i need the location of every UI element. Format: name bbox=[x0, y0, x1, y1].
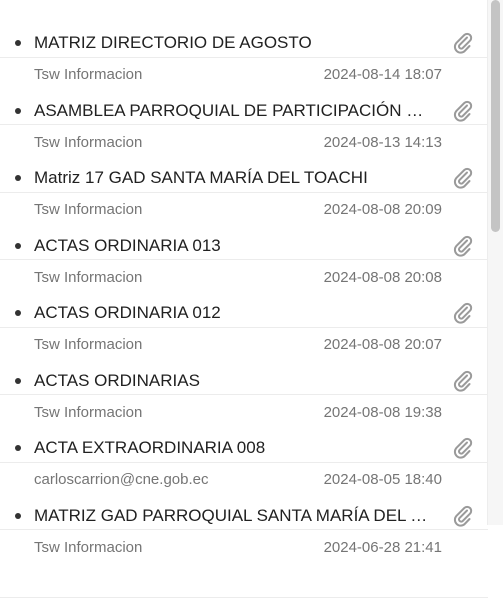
message-list: MATRIZ DIRECTORIO DE AGOSTO Tsw Informac… bbox=[0, 0, 488, 598]
message-date: 2024-08-14 18:07 bbox=[323, 66, 442, 83]
message-subject: ACTAS ORDINARIAS bbox=[34, 370, 200, 390]
bullet-icon bbox=[15, 310, 21, 316]
message-item[interactable]: carloscarrion@cne.gob.ec 2024-08-05 18:4… bbox=[0, 463, 488, 530]
message-subject: Matriz 17 GAD SANTA MARÍA DEL TOACHI bbox=[34, 168, 368, 187]
paperclip-icon[interactable] bbox=[450, 165, 474, 189]
message-item[interactable]: Tsw Informacion 2024-08-08 20:09 ACTAS O… bbox=[0, 193, 488, 260]
message-meta: Tsw Informacion 2024-08-14 18:07 bbox=[34, 64, 442, 86]
bullet-icon bbox=[15, 242, 21, 249]
scrollbar-thumb[interactable] bbox=[491, 0, 500, 232]
message-sender: Tsw Informacion bbox=[34, 133, 143, 151]
message-sender: Tsw Informacion bbox=[34, 403, 143, 421]
message-sender: carloscarrion@cne.gob.ec bbox=[34, 471, 209, 488]
message-date: 2024-06-28 21:41 bbox=[323, 538, 442, 556]
message-meta bbox=[34, 0, 442, 18]
message-meta: Tsw Informacion 2024-08-08 20:09 bbox=[34, 199, 442, 221]
message-date: 2024-08-08 20:08 bbox=[323, 268, 442, 286]
message-item[interactable]: Tsw Informacion 2024-08-08 20:08 ACTAS O… bbox=[0, 260, 488, 328]
paperclip-icon[interactable] bbox=[450, 368, 474, 392]
message-meta: Tsw Informacion 2024-08-08 19:38 bbox=[34, 401, 442, 423]
paperclip-icon[interactable] bbox=[450, 233, 474, 257]
bullet-icon bbox=[15, 445, 21, 451]
message-meta: Tsw Informacion 2024-08-08 20:07 bbox=[34, 334, 442, 356]
message-date: 2024-08-05 18:40 bbox=[323, 471, 442, 488]
message-meta: Tsw Informacion 2024-08-13 14:13 bbox=[34, 131, 442, 153]
bullet-icon bbox=[15, 175, 21, 181]
message-meta: Tsw Informacion 2024-08-08 20:08 bbox=[34, 266, 442, 288]
message-sender: Tsw Informacion bbox=[34, 268, 143, 286]
message-subject: ACTAS ORDINARIA 013 bbox=[34, 235, 221, 255]
message-subject: ASAMBLEA PARROQUIAL DE PARTICIPACIÓN CIU… bbox=[34, 100, 432, 120]
message-date: 2024-08-08 19:38 bbox=[323, 403, 442, 421]
paperclip-icon[interactable] bbox=[450, 435, 474, 459]
message-item[interactable]: Tsw Informacion 2024-06-28 21:41 bbox=[0, 530, 488, 598]
paperclip-icon[interactable] bbox=[450, 300, 474, 324]
bullet-icon bbox=[15, 107, 21, 114]
message-sender: Tsw Informacion bbox=[34, 538, 143, 556]
message-date: 2024-08-08 20:07 bbox=[323, 336, 442, 353]
message-item[interactable]: MATRIZ DIRECTORIO DE AGOSTO bbox=[0, 0, 488, 58]
message-item[interactable]: Tsw Informacion 2024-08-08 19:38 ACTA EX… bbox=[0, 395, 488, 463]
message-sender: Tsw Informacion bbox=[34, 201, 143, 218]
message-date: 2024-08-08 20:09 bbox=[323, 201, 442, 218]
message-subject: ACTAS ORDINARIA 012 bbox=[34, 303, 221, 322]
scrollbar[interactable] bbox=[487, 0, 503, 525]
message-item[interactable]: Tsw Informacion 2024-08-08 20:07 ACTAS O… bbox=[0, 328, 488, 395]
bullet-icon bbox=[15, 377, 21, 384]
bullet-icon bbox=[15, 512, 21, 519]
message-meta: Tsw Informacion 2024-06-28 21:41 bbox=[34, 536, 442, 558]
message-item[interactable]: Tsw Informacion 2024-08-14 18:07 ASAMBLE… bbox=[0, 58, 488, 125]
bullet-icon bbox=[15, 40, 21, 46]
message-subject: MATRIZ DIRECTORIO DE AGOSTO bbox=[34, 33, 312, 52]
paperclip-icon[interactable] bbox=[450, 98, 474, 122]
message-date: 2024-08-13 14:13 bbox=[323, 133, 442, 151]
message-sender: Tsw Informacion bbox=[34, 66, 143, 83]
message-item[interactable]: Tsw Informacion 2024-08-13 14:13 Matriz … bbox=[0, 125, 488, 193]
message-sender: Tsw Informacion bbox=[34, 336, 143, 353]
message-meta: carloscarrion@cne.gob.ec 2024-08-05 18:4… bbox=[34, 469, 442, 491]
paperclip-icon[interactable] bbox=[450, 503, 474, 527]
paperclip-icon[interactable] bbox=[450, 30, 474, 54]
message-subject: ACTA EXTRAORDINARIA 008 bbox=[34, 438, 266, 457]
